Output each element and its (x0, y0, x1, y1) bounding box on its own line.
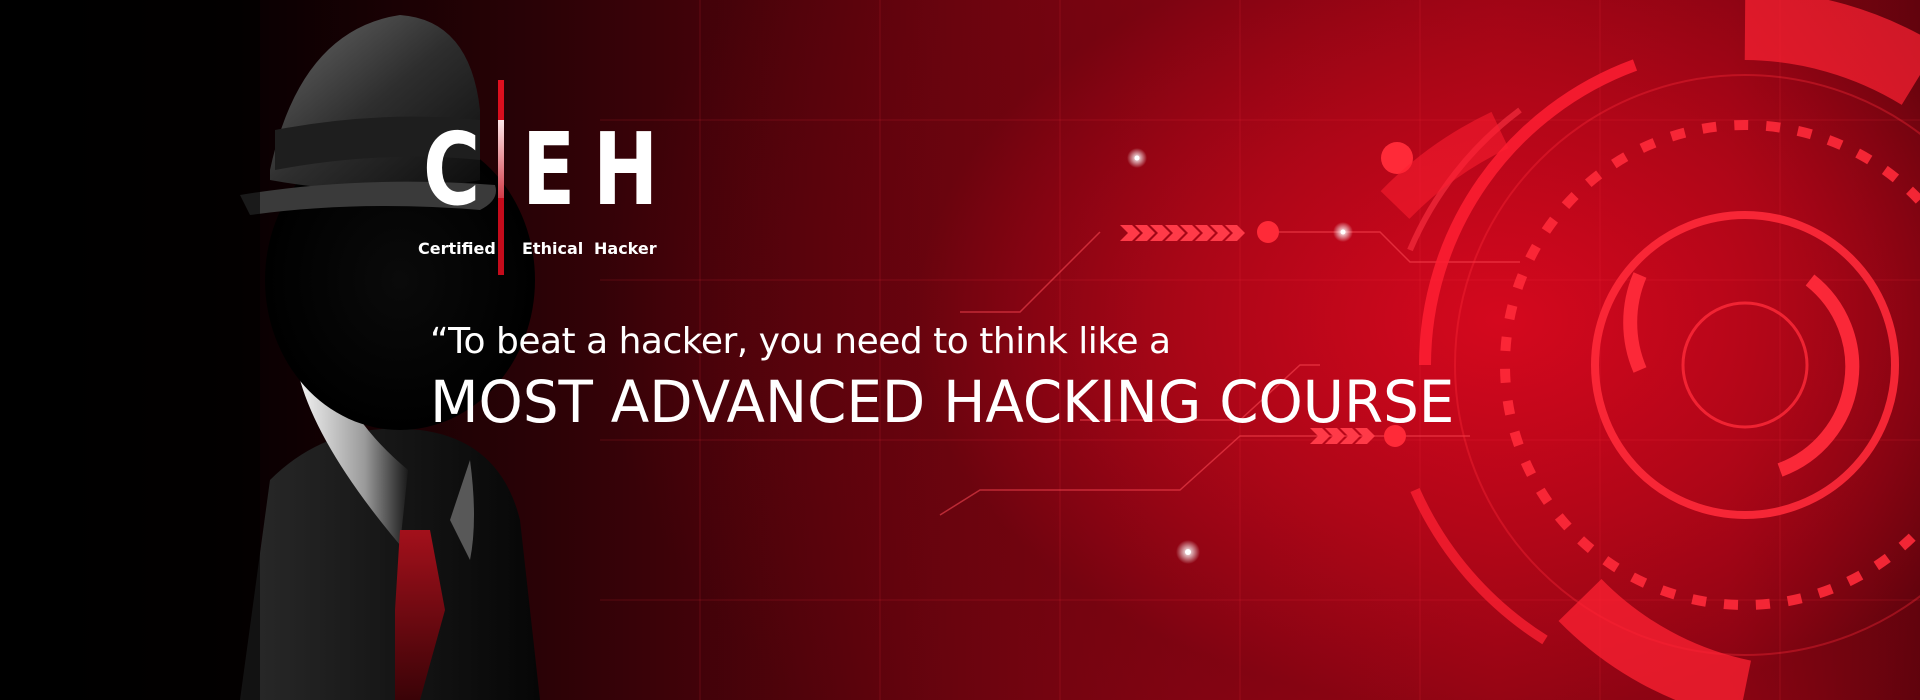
logo-letter-h: H (593, 111, 659, 228)
logo-word-hacker: Hacker (594, 239, 657, 258)
logo-divider-highlight (498, 120, 504, 198)
ceh-logo: C E H Certified Ethical Hacker (415, 80, 675, 275)
quote-text: “To beat a hacker, you need to think lik… (430, 321, 1171, 362)
logo-word-ethical: Ethical (522, 239, 584, 258)
headline: MOST ADVANCED HACKING COURSE (430, 368, 1455, 436)
logo-letter-e: E (522, 111, 576, 228)
logo-letter-c: C (423, 111, 481, 228)
logo-word-certified: Certified (418, 239, 496, 258)
hero-banner: C E H Certified Ethical Hacker “To beat … (0, 0, 1920, 700)
chevron-arrows-icon (1120, 225, 1245, 241)
target-reticle-graphic (1380, 0, 1920, 700)
